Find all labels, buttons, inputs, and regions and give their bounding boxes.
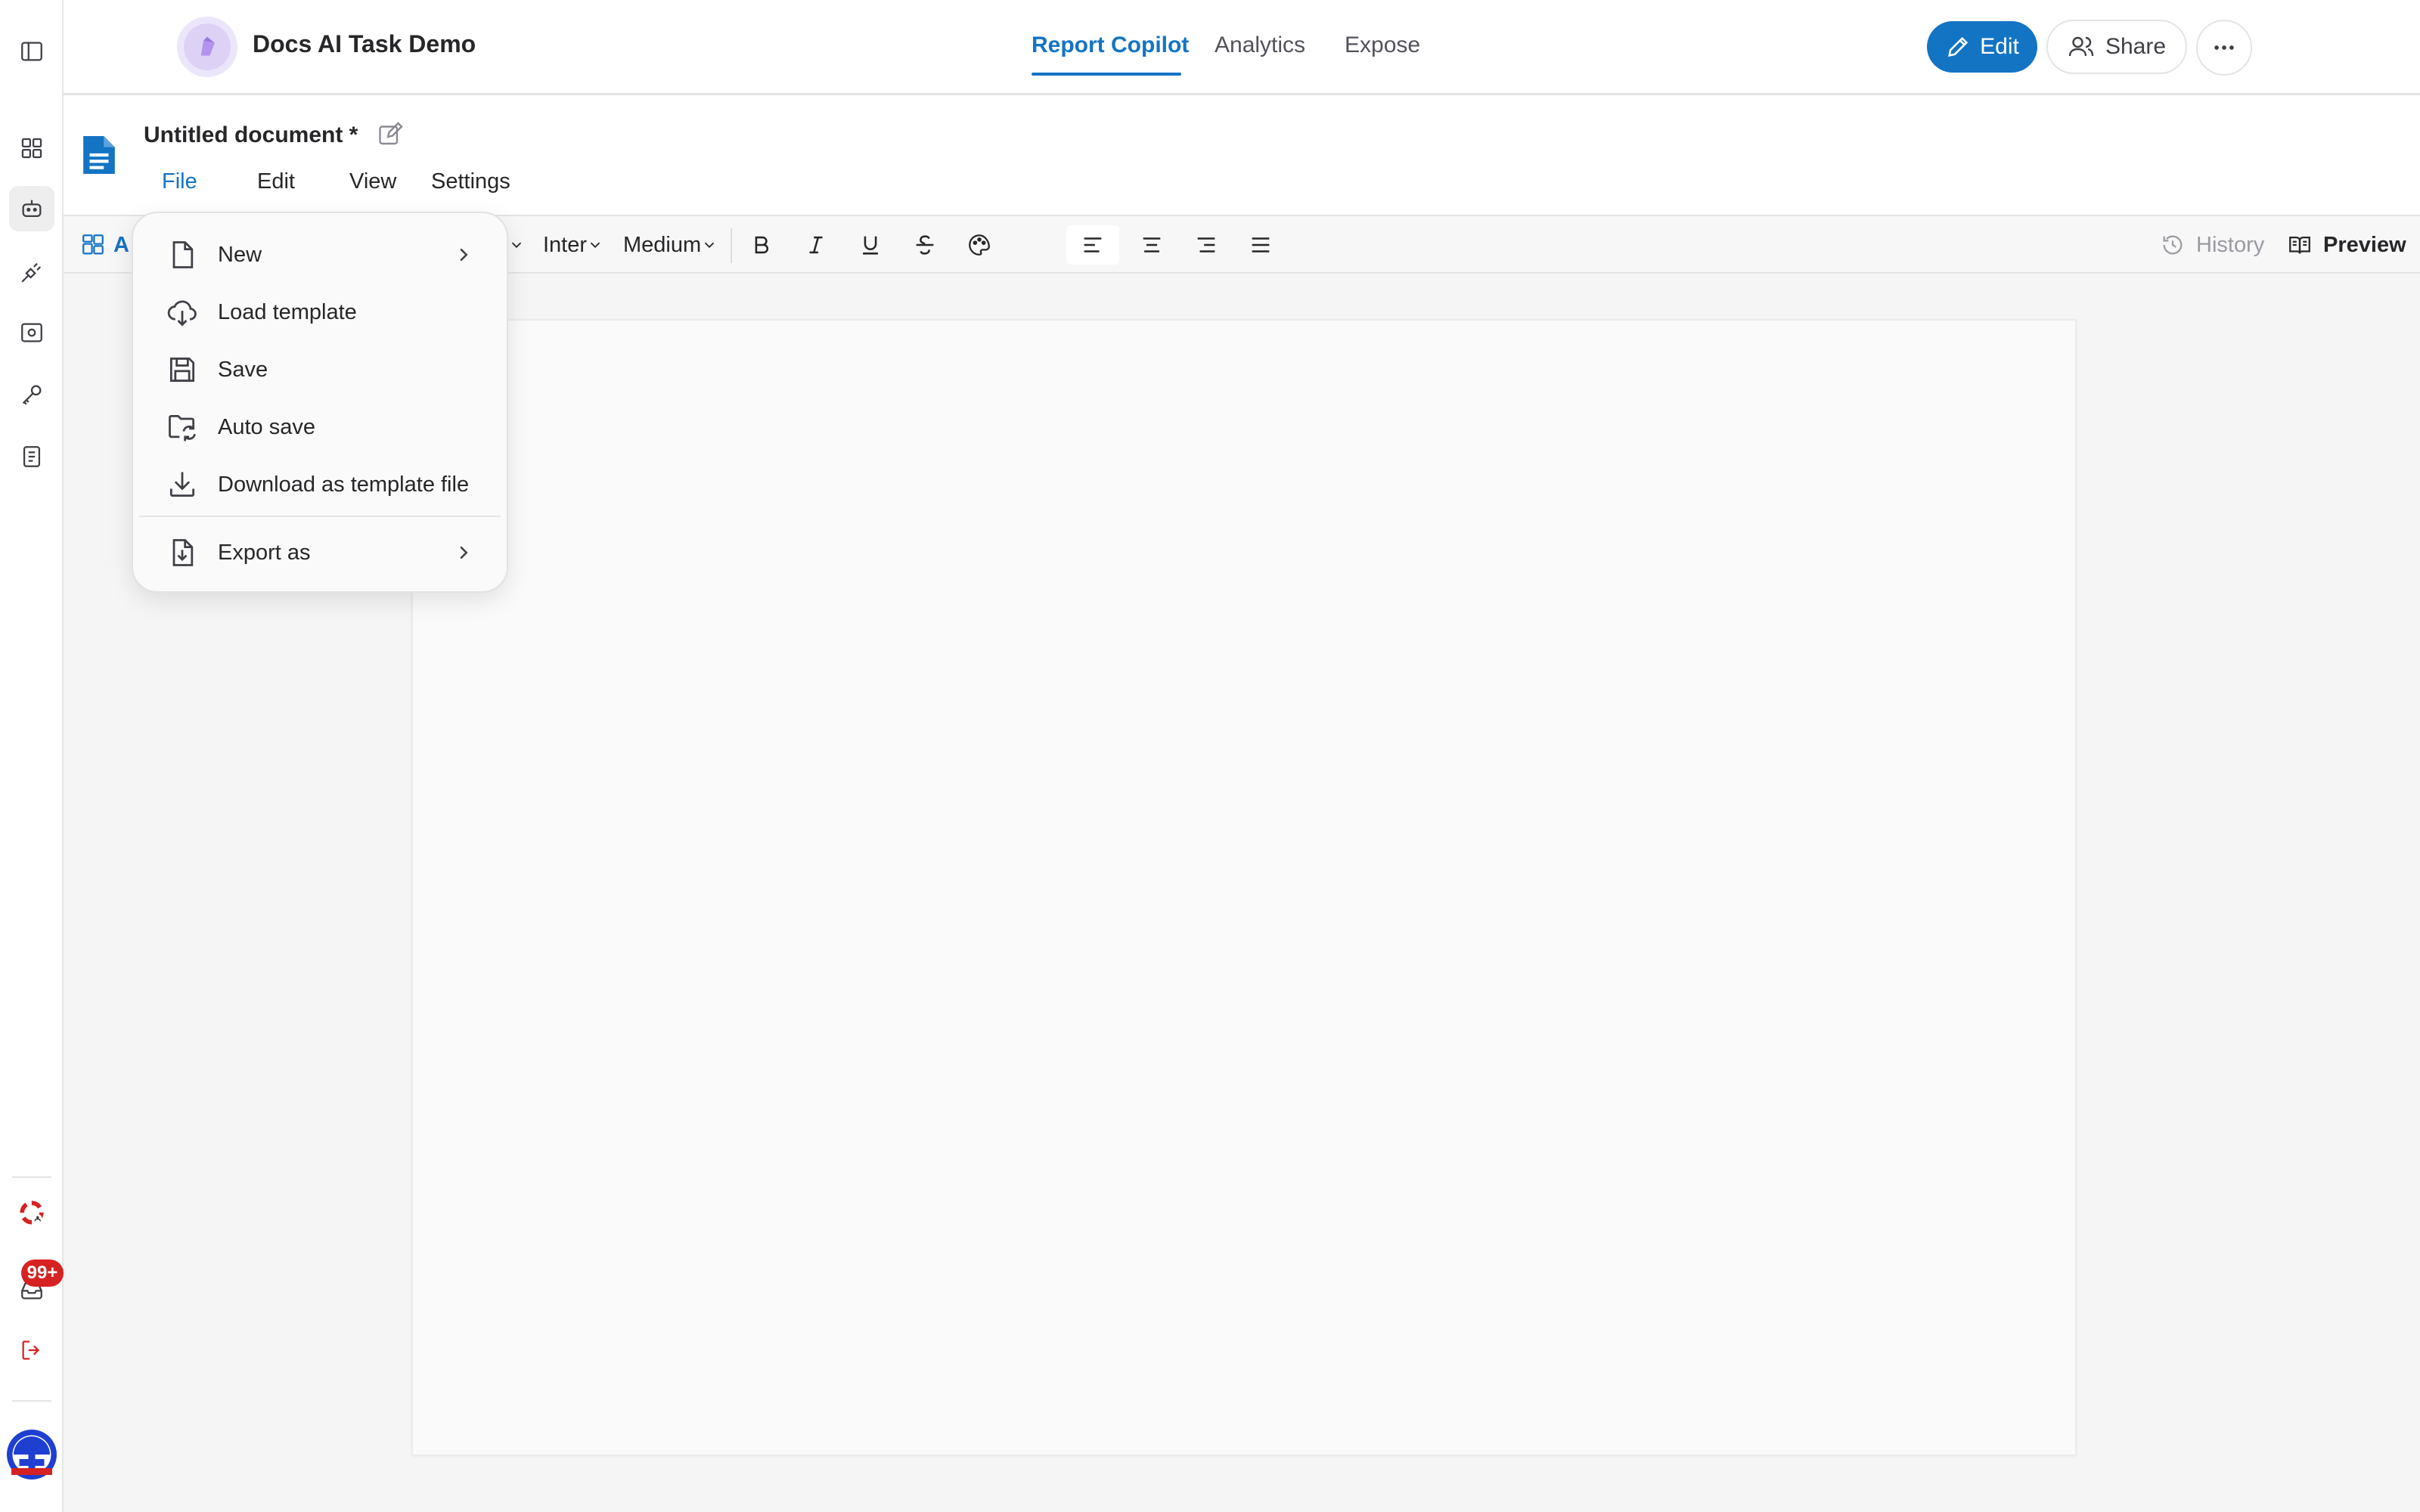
chevron-right-icon <box>460 248 468 262</box>
panel-toggle-icon[interactable] <box>9 29 54 74</box>
share-label: Share <box>2105 34 2167 59</box>
font-family-value: Inter <box>543 232 588 257</box>
chevron-down-icon <box>590 242 600 249</box>
menu-settings[interactable]: Settings <box>431 169 510 194</box>
more-options-button[interactable] <box>2196 20 2252 76</box>
avatar[interactable] <box>5 1427 59 1482</box>
download-icon <box>163 466 201 503</box>
inbox-badge: 99+ <box>21 1259 64 1287</box>
underline-icon <box>863 236 878 255</box>
file-menu-export-as[interactable]: Export as <box>163 526 481 579</box>
edit-button[interactable]: Edit <box>1927 21 2037 73</box>
font-size-dropdown[interactable] <box>508 225 525 265</box>
italic-button[interactable] <box>803 225 829 265</box>
notebook-icon[interactable] <box>9 434 54 479</box>
font-weight-dropdown[interactable]: Medium <box>623 225 718 265</box>
file-export-icon <box>163 534 201 572</box>
file-menu-load-template[interactable]: Load template <box>163 286 481 339</box>
chevron-down-icon <box>705 242 715 249</box>
file-menu-auto-save-label: Auto save <box>218 414 315 439</box>
book-open-icon <box>2289 236 2310 254</box>
ai-templates-label: A <box>113 232 129 257</box>
dashboard-icon[interactable] <box>9 125 54 171</box>
rail-divider <box>12 1400 51 1402</box>
cloud-download-icon <box>163 293 201 331</box>
tab-expose[interactable]: Expose <box>1345 33 1420 58</box>
strikethrough-icon <box>916 235 934 255</box>
more-icon <box>2214 45 2234 50</box>
active-tab-indicator <box>1032 73 1181 76</box>
document-title[interactable]: Untitled document * <box>144 122 358 148</box>
history-label: History <box>2196 232 2265 257</box>
file-menu-new-label: New <box>218 242 262 267</box>
support-icon[interactable] <box>9 1190 54 1235</box>
file-menu-save[interactable]: Save <box>163 343 481 396</box>
file-menu-dropdown: New Load template Save Auto save Downloa… <box>132 212 508 593</box>
align-center-icon <box>1143 237 1161 253</box>
align-left-button[interactable] <box>1066 225 1119 265</box>
align-right-icon <box>1197 237 1215 253</box>
share-button[interactable]: Share <box>2046 20 2187 74</box>
toolbar-divider <box>731 228 732 263</box>
gear-screen-icon[interactable] <box>9 310 54 355</box>
top-bar: Docs AI Task Demo Report Copilot Analyti… <box>64 0 2420 95</box>
menu-file[interactable]: File <box>162 169 197 194</box>
file-icon <box>163 236 201 274</box>
menu-view[interactable]: View <box>349 169 396 194</box>
rename-icon[interactable] <box>377 121 404 148</box>
document-page[interactable] <box>411 319 2077 1456</box>
history-button[interactable]: History <box>2160 225 2264 265</box>
tab-analytics[interactable]: Analytics <box>1215 33 1305 58</box>
menu-divider <box>139 516 501 517</box>
bot-icon[interactable] <box>9 186 54 231</box>
app-logo <box>177 17 237 77</box>
italic-icon <box>809 236 823 254</box>
file-menu-load-template-label: Load template <box>218 299 357 324</box>
preview-label: Preview <box>2323 232 2406 257</box>
save-icon <box>163 351 201 389</box>
underline-button[interactable] <box>858 225 883 265</box>
chevron-right-icon <box>460 546 468 559</box>
file-menu-save-label: Save <box>218 357 268 382</box>
file-menu-export-as-label: Export as <box>218 540 311 565</box>
edit-label: Edit <box>1980 34 2019 59</box>
logout-icon[interactable] <box>9 1328 54 1373</box>
file-menu-download-template[interactable]: Download as template file <box>163 458 481 511</box>
rail-divider <box>12 1176 51 1178</box>
folder-sync-icon <box>163 408 201 446</box>
align-justify-icon <box>1252 237 1270 253</box>
plug-icon[interactable] <box>9 249 54 295</box>
bold-button[interactable] <box>749 225 774 265</box>
palette-icon <box>969 234 990 256</box>
font-weight-value: Medium <box>623 232 702 257</box>
strikethrough-button[interactable] <box>912 225 938 265</box>
text-color-button[interactable] <box>966 225 992 265</box>
justify-button[interactable] <box>1248 225 1274 265</box>
app-title: Docs AI Task Demo <box>253 30 476 57</box>
file-menu-new[interactable]: New <box>163 228 481 281</box>
document-header: Untitled document * File Edit View Setti… <box>64 95 2420 216</box>
file-menu-auto-save[interactable]: Auto save <box>163 401 481 454</box>
bold-icon <box>755 236 768 254</box>
layout-icon <box>82 234 104 255</box>
tab-report-copilot[interactable]: Report Copilot <box>1032 33 1189 58</box>
chevron-down-icon <box>511 242 522 249</box>
menu-edit[interactable]: Edit <box>257 169 295 194</box>
file-menu-download-template-label: Download as template file <box>218 472 470 497</box>
font-family-dropdown[interactable]: Inter <box>543 225 603 265</box>
align-right-button[interactable] <box>1193 225 1219 265</box>
ai-templates-button[interactable]: A <box>80 225 129 265</box>
key-icon[interactable] <box>9 372 54 417</box>
preview-button[interactable]: Preview <box>2287 225 2406 265</box>
align-center-button[interactable] <box>1139 225 1165 265</box>
left-rail: 99+ <box>0 0 64 1512</box>
align-left-icon <box>1084 237 1102 253</box>
document-icon <box>80 132 118 178</box>
history-icon <box>2163 235 2183 255</box>
